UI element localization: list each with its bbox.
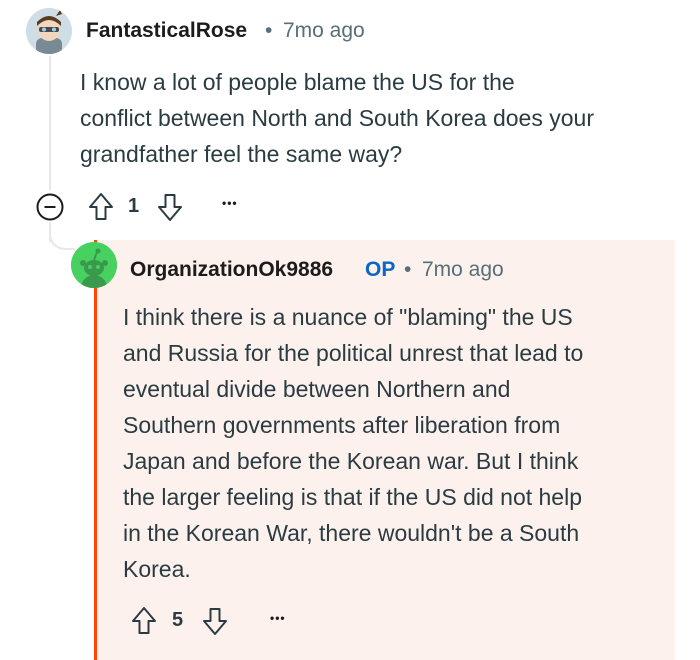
arrow-up-icon <box>132 607 156 634</box>
op-badge: OP <box>365 258 396 281</box>
meta-separator: • <box>265 19 273 42</box>
more-options-button[interactable]: ••• <box>270 611 286 625</box>
comment-timestamp[interactable]: 7mo ago <box>283 19 365 43</box>
vote-score: 5 <box>172 609 184 631</box>
comment-body-line: the larger feeling is that if the US did… <box>123 484 583 510</box>
comment-body-line: I think there is a nuance of "blaming" t… <box>123 304 573 330</box>
user-avatar[interactable] <box>26 8 72 54</box>
upvote-button[interactable] <box>131 606 157 636</box>
thread-line-curve <box>49 226 75 250</box>
avatar-character-icon <box>26 8 72 54</box>
arrow-up-icon <box>89 193 113 220</box>
comment-body-line: grandfather feel the same way? <box>80 141 403 167</box>
comment-body-line: Japan and before the Korean war. But I t… <box>123 448 579 474</box>
snoo-avatar-icon <box>71 242 117 288</box>
comment-body: I think there is a nuance of "blaming" t… <box>123 299 583 587</box>
comment-body-line: eventual divide between Northern and <box>123 376 511 402</box>
comment-body-line: I know a lot of people blame the US for … <box>80 69 515 95</box>
downvote-button[interactable] <box>202 606 228 636</box>
arrow-down-icon <box>203 608 227 635</box>
collapse-thread-button[interactable] <box>36 193 64 221</box>
comment-body-line: Korea. <box>123 556 191 582</box>
thread-line-main <box>49 56 51 190</box>
arrow-down-icon <box>158 194 182 221</box>
minus-circle-icon <box>36 193 64 221</box>
more-options-button[interactable]: ••• <box>222 196 238 210</box>
comment-body-line: in the Korean War, there wouldn't be a S… <box>123 520 580 546</box>
comment-body: I know a lot of people blame the US for … <box>80 64 594 172</box>
comment-timestamp[interactable]: 7mo ago <box>422 258 504 282</box>
downvote-button[interactable] <box>157 192 183 222</box>
comment-username[interactable]: FantasticalRose <box>86 19 247 43</box>
upvote-button[interactable] <box>88 192 114 222</box>
vote-score: 1 <box>128 195 140 217</box>
user-avatar[interactable] <box>71 242 117 288</box>
comment-body-line: conflict between North and South Korea d… <box>80 105 594 131</box>
comment-body-line: Southern governments after liberation fr… <box>123 412 561 438</box>
comment-username[interactable]: OrganizationOk9886 <box>130 258 333 282</box>
meta-separator: • <box>404 258 412 281</box>
comment-body-line: and Russia for the political unrest that… <box>123 340 584 366</box>
